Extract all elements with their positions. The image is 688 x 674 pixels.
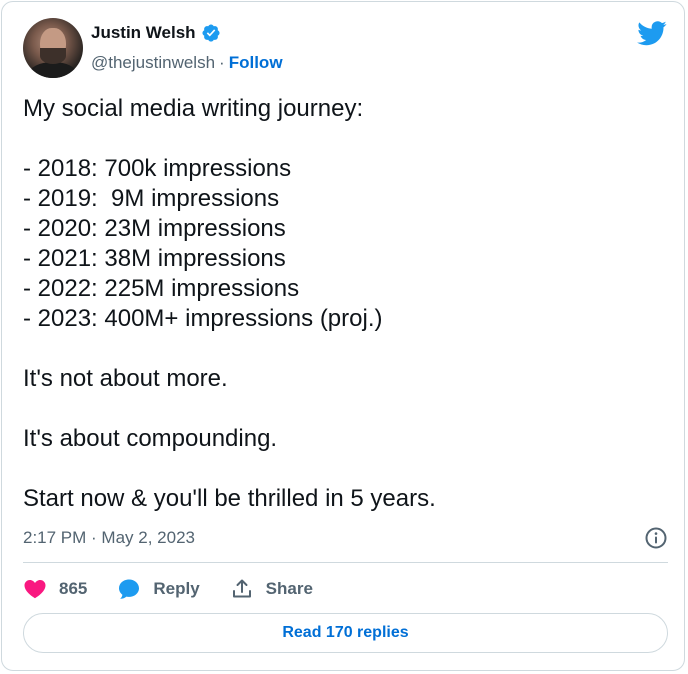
author-handle-row: @thejustinwelsh · Follow <box>91 53 283 73</box>
info-icon[interactable] <box>644 526 668 550</box>
avatar-shirt <box>29 62 77 78</box>
like-button[interactable]: 865 <box>23 577 87 601</box>
reply-button[interactable]: Reply <box>117 577 200 601</box>
action-bar: 865 Reply Share <box>23 574 313 604</box>
heart-icon <box>24 580 46 599</box>
like-count: 865 <box>59 579 88 598</box>
tweet-text: My social media writing journey: - 2018:… <box>23 95 436 512</box>
read-replies-button[interactable]: Read 170 replies <box>23 613 668 653</box>
share-label: Share <box>265 579 313 598</box>
reply-label: Reply <box>153 579 200 598</box>
divider <box>23 562 668 563</box>
tweet-timestamp[interactable]: 2:17 PM · May 2, 2023 <box>23 528 195 548</box>
avatar-beard <box>40 48 66 64</box>
share-button[interactable]: Share <box>230 577 313 601</box>
speech-bubble-icon <box>119 579 140 599</box>
handle-separator: · <box>219 53 225 72</box>
author-handle[interactable]: @thejustinwelsh <box>91 53 215 73</box>
author-name-row: Justin Welsh <box>91 23 221 43</box>
avatar[interactable] <box>23 18 83 78</box>
follow-button[interactable]: Follow <box>229 53 283 73</box>
tweet-header: Justin Welsh @thejustinwelsh · Follow <box>23 17 667 79</box>
tweet-card: Justin Welsh @thejustinwelsh · Follow My… <box>1 1 685 671</box>
share-upload-icon <box>232 579 251 598</box>
author-name[interactable]: Justin Welsh <box>91 23 196 43</box>
twitter-bird-icon[interactable] <box>637 21 667 46</box>
verified-badge-icon <box>202 24 220 42</box>
timestamp-row: 2:17 PM · May 2, 2023 <box>23 526 668 550</box>
